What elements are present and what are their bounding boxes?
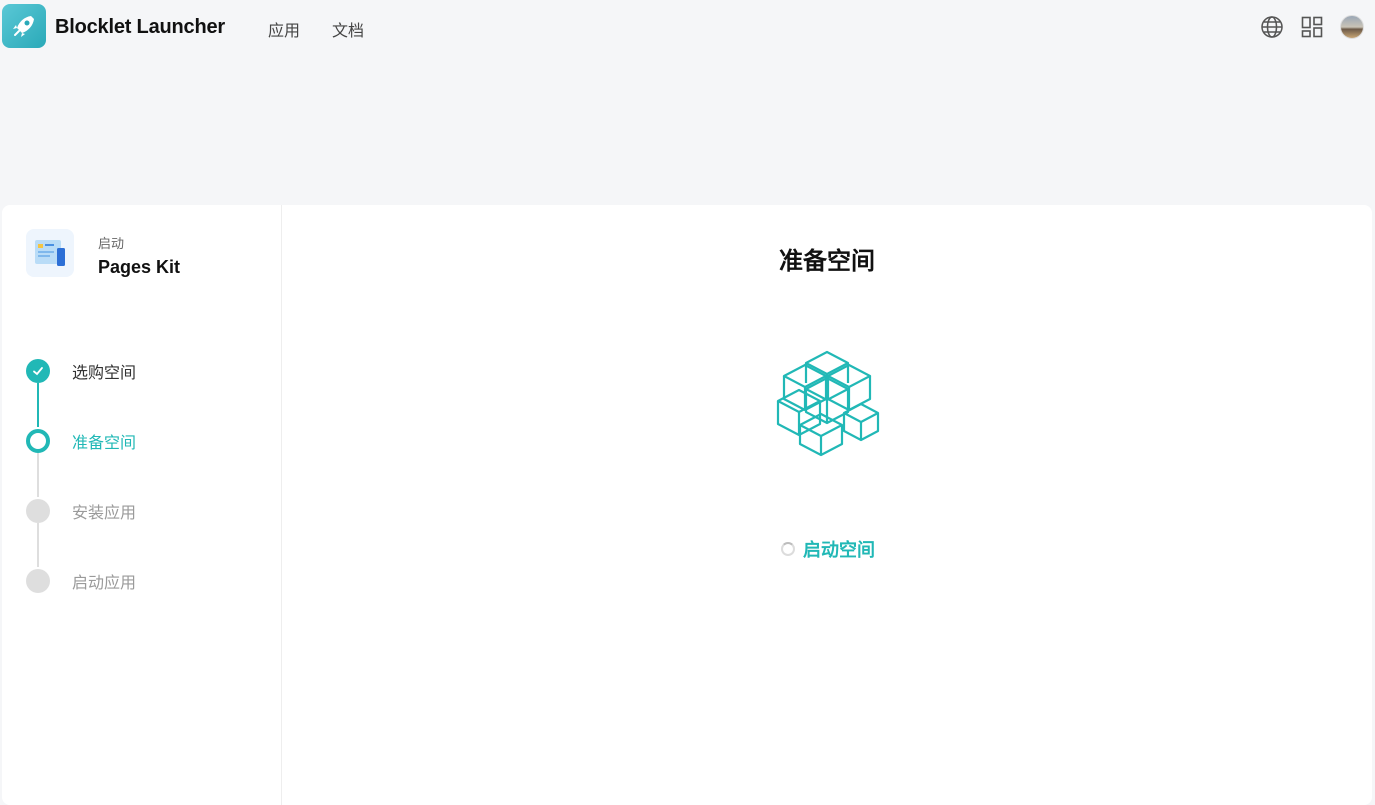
progress-sidebar: 启动 Pages Kit 选购空间 准备空间 安装应用 启动应用 — [2, 205, 282, 805]
step-prepare-space: 准备空间 — [26, 428, 136, 454]
nav-apps[interactable]: 应用 — [268, 17, 300, 41]
step-label: 选购空间 — [72, 365, 137, 382]
brand-name[interactable]: Blocklet Launcher — [55, 16, 225, 39]
step-connector — [37, 383, 39, 427]
user-avatar[interactable] — [1340, 15, 1364, 39]
step-connector — [37, 453, 39, 497]
step-active-icon — [26, 429, 50, 453]
step-select-space: 选购空间 — [26, 358, 136, 384]
rocket-icon — [13, 16, 34, 37]
loading-spinner-icon — [781, 542, 795, 556]
status-text: 启动空间 — [803, 540, 875, 560]
cubes-illustration-icon — [776, 350, 880, 457]
check-icon — [33, 367, 43, 376]
step-pending-icon — [26, 499, 50, 523]
step-install-app: 安装应用 — [26, 498, 136, 524]
step-label: 准备空间 — [72, 435, 137, 452]
globe-icon[interactable] — [1260, 15, 1284, 39]
step-label: 安装应用 — [72, 505, 137, 522]
status-indicator: 启动空间 — [781, 536, 875, 562]
launch-card: 启动 Pages Kit 选购空间 准备空间 安装应用 启动应用 准备空间 启动… — [2, 205, 1372, 805]
step-launch-app: 启动应用 — [26, 568, 136, 594]
step-connector — [37, 523, 39, 567]
step-pending-icon — [26, 569, 50, 593]
nav-docs[interactable]: 文档 — [332, 17, 364, 41]
step-done-icon — [26, 359, 50, 383]
blocklet-launcher-logo[interactable] — [2, 4, 46, 48]
top-bar: Blocklet Launcher 应用 文档 — [0, 0, 1375, 56]
page-title: 准备空间 — [779, 248, 875, 275]
step-label: 启动应用 — [72, 575, 137, 592]
apps-grid-icon[interactable] — [1300, 15, 1324, 39]
